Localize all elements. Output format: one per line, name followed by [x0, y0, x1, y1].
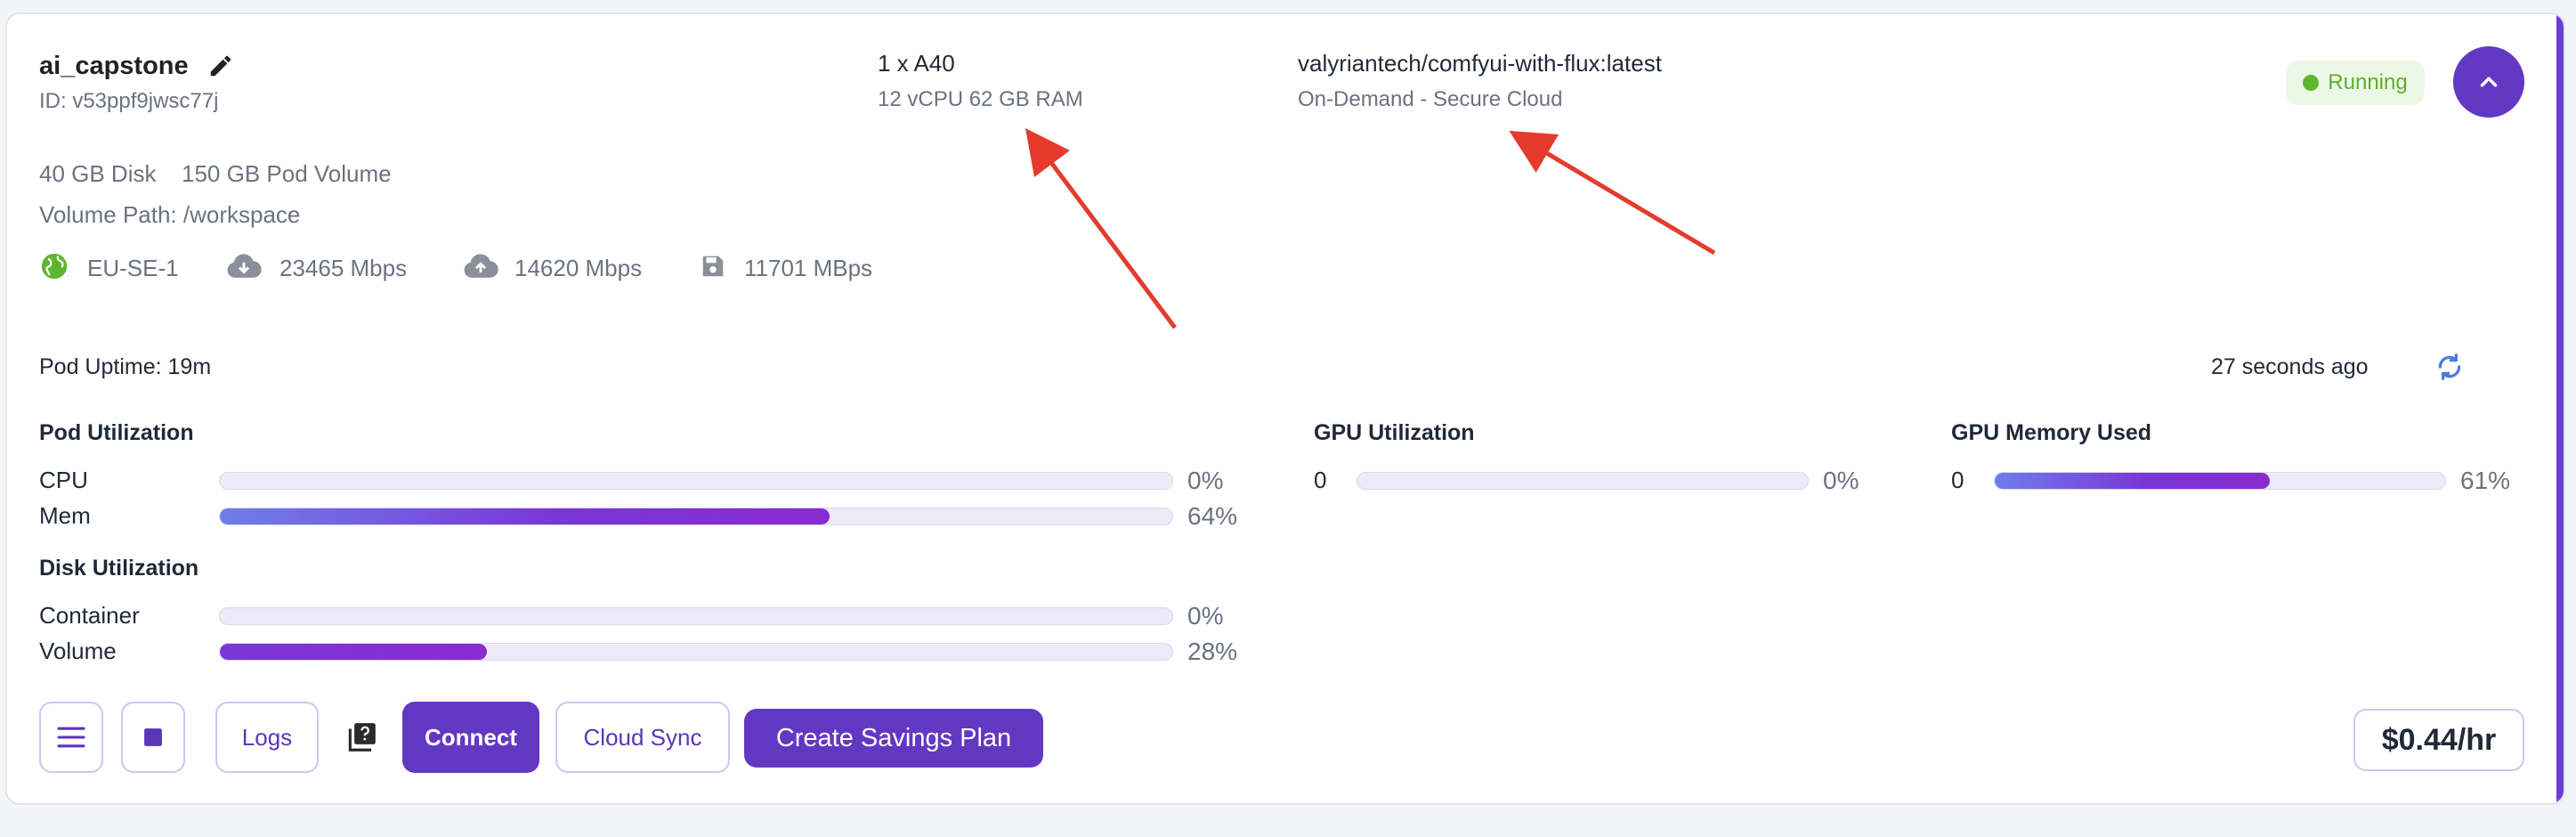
- arrow-to-specs: [1025, 128, 1177, 329]
- arrow-to-plan: [1509, 130, 1716, 256]
- annotation-arrows: [1025, 128, 1716, 329]
